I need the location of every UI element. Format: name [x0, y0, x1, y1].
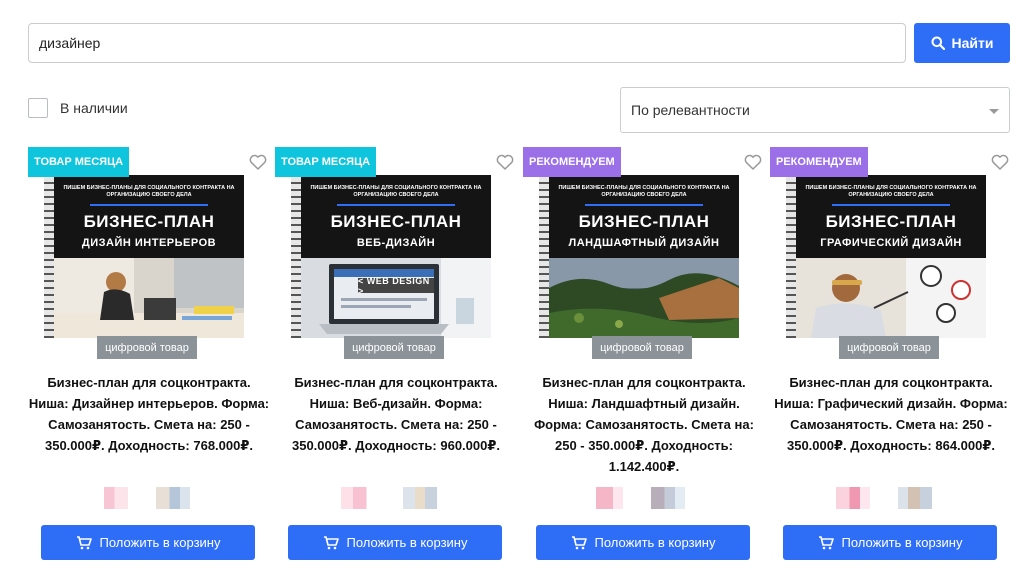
- badge-product-of-month: ТОВАР МЕСЯЦА: [28, 147, 130, 177]
- add-to-cart-label: Положить в корзину: [99, 535, 221, 550]
- cart-icon: [323, 535, 339, 549]
- cart-icon: [76, 535, 92, 549]
- cover-subtitle: ПИШЕМ БИЗНЕС-ПЛАНЫ ДЛЯ СОЦИАЛЬНОГО КОНТР…: [558, 185, 730, 198]
- cover-subtitle: ПИШЕМ БИЗНЕС-ПЛАНЫ ДЛЯ СОЦИАЛЬНОГО КОНТР…: [310, 185, 482, 198]
- product-cover[interactable]: ПИШЕМ БИЗНЕС-ПЛАНЫ ДЛЯ СОЦИАЛЬНОГО КОНТР…: [786, 175, 986, 338]
- product-cover[interactable]: ПИШЕМ БИЗНЕС-ПЛАНЫ ДЛЯ СОЦИАЛЬНОГО КОНТР…: [291, 175, 491, 338]
- in-stock-checkbox[interactable]: [28, 98, 48, 118]
- add-to-cart-button[interactable]: Положить в корзину: [536, 525, 750, 560]
- product-title[interactable]: Бизнес-план для соцконтракта. Ниша: Граф…: [770, 372, 1012, 456]
- sort-selected-value: По релевантности: [631, 102, 750, 118]
- product-card: ПИШЕМ БИЗНЕС-ПЛАНЫ ДЛЯ СОЦИАЛЬНОГО КОНТР…: [523, 147, 763, 567]
- add-to-cart-button[interactable]: Положить в корзину: [783, 525, 997, 560]
- cart-icon: [571, 535, 587, 549]
- add-to-cart-label: Положить в корзину: [594, 535, 716, 550]
- cover-photo-web-design: [301, 258, 491, 338]
- cover-niche: ДИЗАЙН ИНТЕРЬЕРОВ: [81, 237, 217, 249]
- digital-product-tag: цифровой товар: [592, 336, 692, 359]
- chevron-down-icon: [989, 109, 999, 114]
- product-card: ПИШЕМ БИЗНЕС-ПЛАНЫ ДЛЯ СОЦИАЛЬНОГО КОНТР…: [275, 147, 515, 567]
- cover-subtitle: ПИШЕМ БИЗНЕС-ПЛАНЫ ДЛЯ СОЦИАЛЬНОГО КОНТР…: [805, 185, 977, 198]
- spiral-binding: [44, 175, 54, 338]
- spiral-binding: [539, 175, 549, 338]
- digital-product-tag: цифровой товар: [344, 336, 444, 359]
- cover-niche: ЛАНДШАФТНЫЙ ДИЗАЙН: [568, 237, 720, 249]
- product-title[interactable]: Бизнес-план для соцконтракта. Ниша: Ланд…: [523, 372, 765, 477]
- product-card: ПИШЕМ БИЗНЕС-ПЛАНЫ ДЛЯ СОЦИАЛЬНОГО КОНТР…: [28, 147, 270, 567]
- heart-icon[interactable]: [743, 152, 763, 172]
- in-stock-filter[interactable]: В наличии: [28, 98, 128, 118]
- product-card: ПИШЕМ БИЗНЕС-ПЛАНЫ ДЛЯ СОЦИАЛЬНОГО КОНТР…: [770, 147, 1010, 567]
- search-bar: [28, 23, 906, 63]
- product-title[interactable]: Бизнес-план для соцконтракта. Ниша: Диза…: [28, 372, 270, 456]
- search-button[interactable]: Найти: [914, 23, 1010, 63]
- in-stock-label: В наличии: [60, 100, 128, 116]
- cover-niche: ВЕБ-ДИЗАЙН: [356, 237, 436, 249]
- product-cover[interactable]: ПИШЕМ БИЗНЕС-ПЛАНЫ ДЛЯ СОЦИАЛЬНОГО КОНТР…: [44, 175, 244, 338]
- cover-photo-text: < WEB DESIGN >: [358, 276, 434, 296]
- cover-photo-graphic-design: [796, 258, 986, 338]
- cover-title: БИЗНЕС-ПЛАН: [578, 212, 710, 231]
- cover-niche: ГРАФИЧЕСКИЙ ДИЗАЙН: [820, 237, 962, 249]
- spiral-binding: [786, 175, 796, 338]
- digital-product-tag: цифровой товар: [97, 336, 197, 359]
- heart-icon[interactable]: [990, 152, 1010, 172]
- payment-logos: [94, 487, 214, 509]
- product-grid: ПИШЕМ БИЗНЕС-ПЛАНЫ ДЛЯ СОЦИАЛЬНОГО КОНТР…: [28, 147, 1018, 567]
- add-to-cart-label: Положить в корзину: [346, 535, 468, 550]
- cart-icon: [818, 535, 834, 549]
- product-title[interactable]: Бизнес-план для соцконтракта. Ниша: Веб-…: [275, 372, 517, 456]
- cover-photo-interior: [54, 258, 244, 338]
- spiral-binding: [291, 175, 301, 338]
- search-button-label: Найти: [951, 35, 994, 51]
- search-input[interactable]: [29, 24, 905, 62]
- cover-title: БИЗНЕС-ПЛАН: [330, 212, 462, 231]
- digital-product-tag: цифровой товар: [839, 336, 939, 359]
- product-cover[interactable]: ПИШЕМ БИЗНЕС-ПЛАНЫ ДЛЯ СОЦИАЛЬНОГО КОНТР…: [539, 175, 739, 338]
- cover-title: БИЗНЕС-ПЛАН: [83, 212, 215, 231]
- payment-logos: [589, 487, 709, 509]
- heart-icon[interactable]: [248, 152, 268, 172]
- badge-recommended: РЕКОМЕНДУЕМ: [770, 147, 868, 177]
- add-to-cart-label: Положить в корзину: [841, 535, 963, 550]
- sort-select[interactable]: По релевантности: [620, 87, 1010, 133]
- cover-title: БИЗНЕС-ПЛАН: [825, 212, 957, 231]
- add-to-cart-button[interactable]: Положить в корзину: [288, 525, 502, 560]
- cover-photo-landscape: [549, 258, 739, 338]
- heart-icon[interactable]: [495, 152, 515, 172]
- badge-recommended: РЕКОМЕНДУЕМ: [523, 147, 621, 177]
- cover-subtitle: ПИШЕМ БИЗНЕС-ПЛАНЫ ДЛЯ СОЦИАЛЬНОГО КОНТР…: [63, 185, 235, 198]
- add-to-cart-button[interactable]: Положить в корзину: [41, 525, 255, 560]
- payment-logos: [341, 487, 461, 509]
- payment-logos: [836, 487, 956, 509]
- search-icon: [931, 36, 945, 50]
- badge-product-of-month: ТОВАР МЕСЯЦА: [275, 147, 377, 177]
